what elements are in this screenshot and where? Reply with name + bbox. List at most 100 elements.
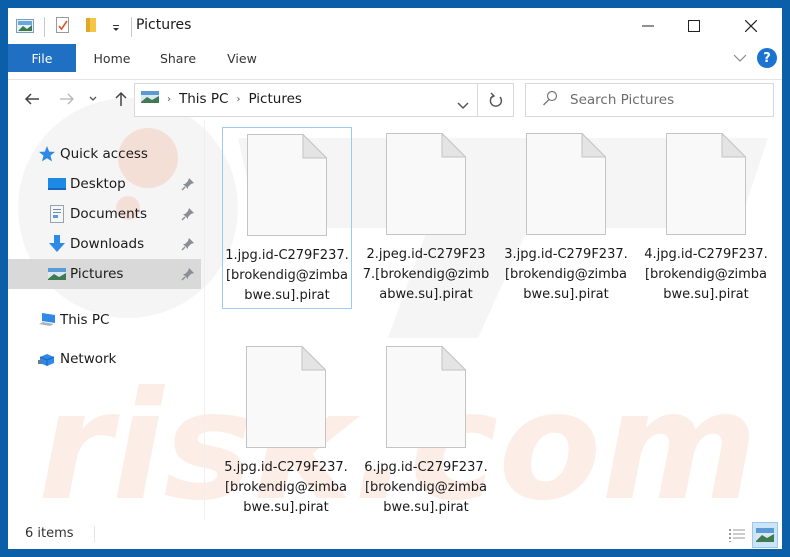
file-name: 4.jpg.id-C279F237.[brokendig@zimbabwe.su… — [644, 247, 768, 302]
properties-icon[interactable] — [55, 16, 71, 38]
tab-file[interactable]: File — [8, 44, 76, 72]
back-arrow-icon — [24, 93, 39, 105]
sidebar-item-quick-access[interactable]: Quick access — [8, 139, 201, 169]
sidebar-item-pictures[interactable]: Pictures — [8, 259, 201, 289]
breadcrumb-pictures[interactable]: Pictures — [248, 91, 301, 107]
file-item[interactable]: 6.jpg.id-C279F237.[brokendig@zimbabwe.su… — [362, 340, 492, 522]
file-name: 2.jpeg.id-C279F237.[brokendig@zimbabwe.s… — [362, 247, 490, 302]
breadcrumb: › This PC › Pictures — [141, 91, 302, 107]
recent-locations-button[interactable] — [86, 88, 100, 110]
up-button[interactable] — [110, 88, 132, 110]
blank-file-icon — [526, 133, 606, 235]
sidebar-item-downloads[interactable]: Downloads — [8, 229, 201, 259]
search-input[interactable] — [570, 92, 760, 108]
breadcrumb-separator: › — [167, 93, 171, 105]
details-view-button[interactable] — [724, 522, 750, 548]
new-folder-icon[interactable] — [85, 16, 97, 38]
pane-splitter[interactable] — [204, 120, 205, 520]
sidebar-item-label: Documents — [70, 206, 147, 222]
tab-home[interactable]: Home — [84, 44, 140, 72]
maximize-icon — [688, 20, 700, 32]
sidebar-item-label: This PC — [60, 312, 110, 328]
desktop-icon — [48, 175, 66, 193]
file-item[interactable]: 4.jpg.id-C279F237.[brokendig@zimbabwe.su… — [642, 127, 772, 309]
file-name: 3.jpg.id-C279F237.[brokendig@zimbabwe.su… — [504, 247, 628, 302]
chevron-down-icon — [733, 54, 747, 62]
computer-icon — [38, 311, 56, 329]
window-title: Pictures — [136, 17, 192, 33]
star-icon — [38, 145, 56, 163]
status-divider — [94, 526, 95, 542]
file-item[interactable]: 2.jpeg.id-C279F237.[brokendig@zimbabwe.s… — [362, 127, 492, 309]
chevron-down-icon — [457, 102, 469, 110]
sidebar-item-network[interactable]: Network — [8, 344, 201, 374]
file-name: 5.jpg.id-C279F237.[brokendig@zimbabwe.su… — [224, 460, 348, 515]
refresh-button[interactable] — [478, 83, 514, 117]
customize-dropdown-icon[interactable] — [111, 18, 121, 37]
navigation-bar: › This PC › Pictures — [8, 80, 782, 120]
blank-file-icon — [386, 346, 466, 448]
item-count: 6 items — [25, 526, 74, 541]
toolbar-divider — [44, 17, 45, 37]
toolbar-divider — [131, 17, 132, 37]
details-view-icon — [729, 529, 745, 542]
close-button[interactable] — [728, 12, 774, 40]
pictures-app-icon — [16, 18, 34, 37]
minimize-button[interactable] — [625, 12, 671, 40]
sidebar-item-this-pc[interactable]: This PC — [8, 305, 201, 335]
up-arrow-icon — [115, 91, 127, 106]
refresh-icon — [489, 92, 502, 107]
breadcrumb-separator: › — [236, 93, 241, 105]
downloads-icon — [48, 235, 66, 253]
pin-icon[interactable] — [181, 207, 195, 221]
sidebar-item-label: Quick access — [60, 146, 148, 162]
documents-icon — [48, 205, 66, 223]
tab-share[interactable]: Share — [152, 44, 204, 72]
forward-button[interactable] — [56, 88, 78, 110]
ribbon: File Home Share View ? — [8, 44, 782, 80]
status-bar: 6 items — [8, 520, 782, 549]
title-bar: Pictures — [8, 8, 782, 44]
file-name: 1.jpg.id-C279F237.[brokendig@zimbabwe.su… — [225, 248, 349, 303]
blank-file-icon — [386, 133, 466, 235]
large-icons-view-icon — [756, 528, 774, 542]
sidebar-item-label: Downloads — [70, 236, 145, 252]
sidebar-item-label: Network — [60, 351, 117, 367]
quick-access-toolbar — [16, 16, 142, 38]
pin-icon[interactable] — [181, 237, 195, 251]
breadcrumb-this-pc[interactable]: This PC — [179, 91, 228, 107]
blank-file-icon — [246, 346, 326, 448]
help-button[interactable]: ? — [757, 48, 777, 68]
help-icon: ? — [763, 50, 771, 66]
address-history-dropdown[interactable] — [457, 95, 469, 114]
sidebar-item-documents[interactable]: Documents — [8, 199, 201, 229]
search-box[interactable] — [525, 83, 774, 117]
sidebar-item-desktop[interactable]: Desktop — [8, 169, 201, 199]
file-list: 1.jpg.id-C279F237.[brokendig@zimbabwe.su… — [208, 120, 782, 520]
sidebar-item-label: Pictures — [70, 266, 124, 282]
back-button[interactable] — [21, 88, 43, 110]
large-icons-view-button[interactable] — [752, 522, 778, 548]
explorer-window: risk.com Pictures — [8, 8, 782, 549]
chevron-down-icon — [89, 96, 97, 101]
blank-file-icon — [666, 133, 746, 235]
maximize-button[interactable] — [671, 12, 717, 40]
forward-arrow-icon — [60, 93, 74, 105]
file-item[interactable]: 1.jpg.id-C279F237.[brokendig@zimbabwe.su… — [222, 127, 352, 309]
close-icon — [745, 20, 757, 32]
blank-file-icon — [247, 134, 327, 236]
pictures-location-icon — [141, 91, 159, 107]
navigation-pane: Quick access Desktop Documents Downloads — [8, 120, 201, 515]
search-icon — [542, 90, 558, 110]
pin-icon[interactable] — [181, 177, 195, 191]
address-bar[interactable]: › This PC › Pictures — [134, 83, 478, 117]
file-name: 6.jpg.id-C279F237.[brokendig@zimbabwe.su… — [364, 460, 488, 515]
sidebar-item-label: Desktop — [70, 176, 126, 192]
tab-view[interactable]: View — [216, 44, 268, 72]
file-item[interactable]: 5.jpg.id-C279F237.[brokendig@zimbabwe.su… — [222, 340, 352, 522]
file-item[interactable]: 3.jpg.id-C279F237.[brokendig@zimbabwe.su… — [502, 127, 632, 309]
network-icon — [38, 350, 56, 368]
pin-icon[interactable] — [181, 267, 195, 281]
pictures-icon — [48, 265, 66, 283]
ribbon-expand-button[interactable] — [732, 50, 748, 66]
